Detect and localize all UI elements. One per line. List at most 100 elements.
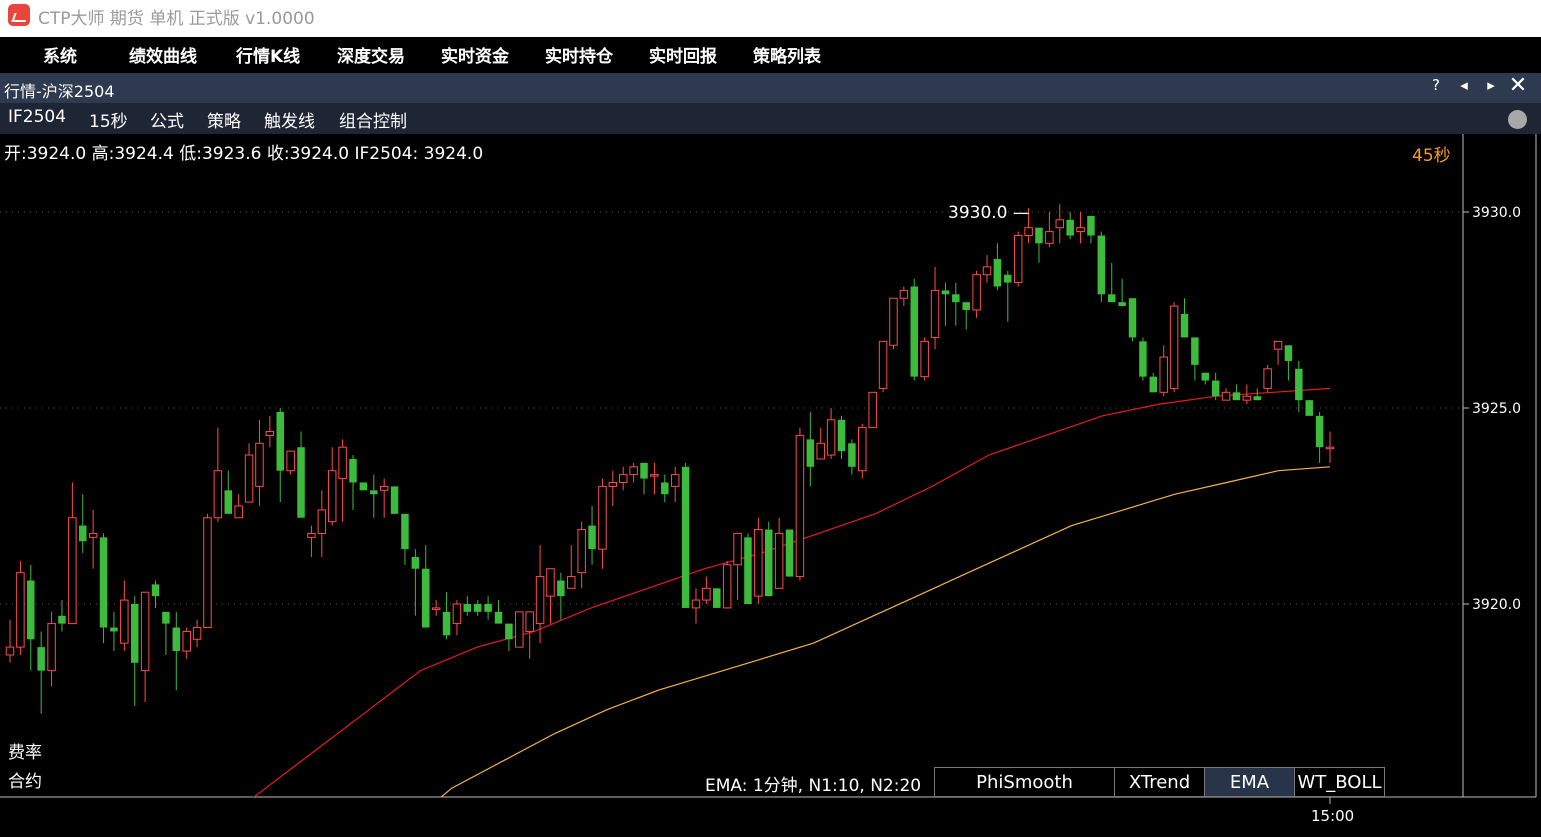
- y-tick-label: 3920.0: [1472, 597, 1521, 613]
- candle: [379, 478, 389, 518]
- candle: [1232, 384, 1241, 401]
- candle: [494, 600, 503, 624]
- candle: [1055, 204, 1065, 244]
- trigger-line-button[interactable]: 触发线: [264, 107, 315, 132]
- combo-control-button[interactable]: 组合控制: [339, 107, 407, 132]
- candle: [930, 266, 940, 350]
- symbol-selector[interactable]: IF2504: [8, 107, 66, 127]
- candle: [359, 482, 368, 491]
- candle: [899, 286, 909, 307]
- candle: [598, 478, 607, 569]
- prev-icon[interactable]: ◂: [1454, 76, 1474, 94]
- candle: [203, 513, 212, 629]
- candle: [401, 513, 409, 565]
- menu-realtime-reports[interactable]: 实时回报: [649, 42, 717, 67]
- candle: [1201, 372, 1210, 385]
- candle: [754, 517, 763, 604]
- candle: [1253, 388, 1261, 401]
- countdown-label: 45秒: [1412, 146, 1451, 166]
- contract-label[interactable]: 合约: [8, 767, 42, 792]
- tab-wt-boll[interactable]: WT_BOLL: [1294, 767, 1385, 797]
- formula-button[interactable]: 公式: [150, 107, 184, 132]
- candle: [941, 282, 950, 326]
- candle: [99, 533, 108, 644]
- candle: [1087, 215, 1095, 244]
- tab-phismooth[interactable]: PhiSmooth: [934, 767, 1115, 797]
- menu-system[interactable]: 系统: [43, 42, 77, 67]
- candle: [349, 455, 357, 510]
- high-price-marker: 3930.0 —: [948, 203, 1030, 223]
- candle: [722, 560, 732, 609]
- menu-realtime-funds[interactable]: 实时资金: [441, 42, 509, 67]
- candle: [661, 474, 669, 503]
- candle: [88, 509, 98, 569]
- candle: [182, 627, 191, 659]
- candle: [5, 619, 15, 663]
- candle: [588, 506, 596, 565]
- candle: [1284, 345, 1293, 381]
- candle: [1013, 231, 1023, 287]
- candle: [1295, 360, 1303, 412]
- indicator-info: EMA: 1分钟, N1:10, N2:20: [705, 776, 922, 796]
- candle: [972, 270, 981, 318]
- y-tick-label: 3930.0: [1472, 205, 1521, 221]
- candle: [213, 427, 223, 522]
- candle: [286, 450, 295, 475]
- candle: [47, 611, 56, 687]
- ohlc-readout: 开:3924.0 高:3924.4 低:3923.6 收:3924.0 IF25…: [4, 144, 484, 164]
- candle: [68, 482, 77, 625]
- period-selector[interactable]: 15秒: [89, 107, 128, 132]
- candle: [255, 419, 264, 506]
- candle: [1191, 337, 1199, 381]
- candle: [151, 580, 160, 608]
- x-tick-label: 15:00: [1311, 807, 1354, 825]
- close-icon[interactable]: ✕: [1508, 73, 1528, 98]
- candle: [120, 580, 129, 652]
- help-icon[interactable]: ?: [1426, 76, 1446, 94]
- candle: [422, 545, 430, 628]
- menu-strategy-list[interactable]: 策略列表: [753, 42, 821, 67]
- candle: [1097, 231, 1106, 303]
- strategy-button[interactable]: 策略: [207, 107, 241, 132]
- candle: [702, 576, 711, 604]
- candle: [670, 466, 680, 503]
- candle: [640, 462, 648, 495]
- candle: [338, 439, 347, 522]
- menu-kline[interactable]: 行情K线: [236, 42, 300, 67]
- candle: [1139, 337, 1147, 381]
- candle: [1076, 212, 1085, 244]
- candle: [1128, 298, 1137, 342]
- candle: [234, 494, 243, 519]
- candle: [244, 443, 254, 503]
- candle: [1325, 431, 1335, 463]
- next-icon[interactable]: ▸: [1481, 76, 1501, 94]
- rate-label[interactable]: 费率: [8, 738, 42, 763]
- candle: [1211, 372, 1220, 401]
- candle: [837, 415, 846, 459]
- settings-dot-icon[interactable]: [1508, 110, 1527, 129]
- candle: [1004, 270, 1012, 322]
- candle: [982, 255, 992, 283]
- candle: [608, 470, 618, 506]
- tab-ema[interactable]: EMA: [1204, 767, 1295, 797]
- menu-depth-trade[interactable]: 深度交易: [337, 42, 405, 67]
- title-bar: CTP大师 期货 单机 正式版 v1.0000: [0, 0, 1541, 37]
- chart-canvas: 3930.0 3925.0 3920.0 15:00: [0, 134, 1537, 825]
- candle: [713, 588, 721, 608]
- candle: [515, 611, 524, 648]
- candle: [79, 494, 87, 554]
- candle: [691, 588, 701, 624]
- kline-chart[interactable]: 3930.0 3925.0 3920.0 15:00 开:3924.0 高:3924.…: [0, 134, 1541, 837]
- candle: [557, 572, 565, 620]
- menu-performance-curve[interactable]: 绩效曲线: [129, 42, 197, 67]
- panel-header: 行情-沪深2504 ? ◂ ▸ ✕: [0, 73, 1541, 103]
- candle: [130, 596, 139, 706]
- candle: [172, 611, 181, 691]
- menu-realtime-positions[interactable]: 实时持仓: [545, 42, 613, 67]
- y-tick-label: 3925.0: [1472, 401, 1521, 417]
- candle: [1149, 372, 1158, 393]
- candle: [1107, 262, 1116, 303]
- tab-xtrend[interactable]: XTrend: [1114, 767, 1205, 797]
- candle: [618, 466, 628, 491]
- candle: [848, 439, 856, 475]
